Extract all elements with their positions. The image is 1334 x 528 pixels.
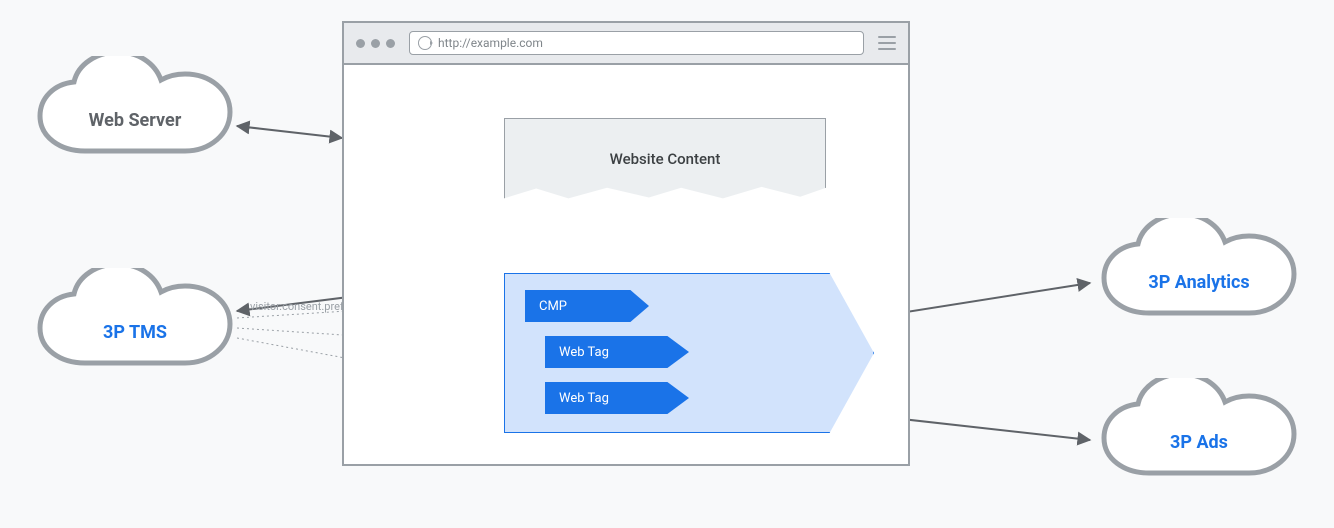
tag-container: CMP Web Tag Web Tag xyxy=(504,273,874,433)
cloud-web-server: Web Server xyxy=(30,56,240,176)
diagram-frame: Web Server 3P TMS 3P Analytics 3P Ads vi… xyxy=(12,8,1322,520)
cloud-label: 3P TMS xyxy=(103,314,167,343)
reload-icon xyxy=(418,36,432,50)
window-controls xyxy=(356,39,395,48)
dot-icon xyxy=(386,39,395,48)
tag-web-tag-2: Web Tag xyxy=(545,382,689,414)
cloud-3p-ads: 3P Ads xyxy=(1094,378,1304,498)
cloud-3p-analytics: 3P Analytics xyxy=(1094,218,1304,338)
tag-label: CMP xyxy=(539,299,567,314)
dot-icon xyxy=(371,39,380,48)
website-content-box: Website Content xyxy=(504,118,826,200)
browser-window: http://example.com Website Content CMP W… xyxy=(342,21,910,466)
cloud-3p-tms: 3P TMS xyxy=(30,268,240,388)
tag-label: Web Tag xyxy=(559,391,609,406)
url-text: http://example.com xyxy=(438,36,543,50)
tag-web-tag-1: Web Tag xyxy=(545,336,689,368)
browser-toolbar: http://example.com xyxy=(344,23,908,65)
dot-icon xyxy=(356,39,365,48)
cloud-label: Web Server xyxy=(89,102,182,131)
cloud-label: 3P Ads xyxy=(1170,424,1228,453)
tag-cmp: CMP xyxy=(525,290,649,322)
menu-icon[interactable] xyxy=(878,36,896,50)
cloud-label: 3P Analytics xyxy=(1148,264,1249,293)
website-content-label: Website Content xyxy=(610,150,721,168)
url-bar[interactable]: http://example.com xyxy=(409,31,864,55)
tag-label: Web Tag xyxy=(559,345,609,360)
